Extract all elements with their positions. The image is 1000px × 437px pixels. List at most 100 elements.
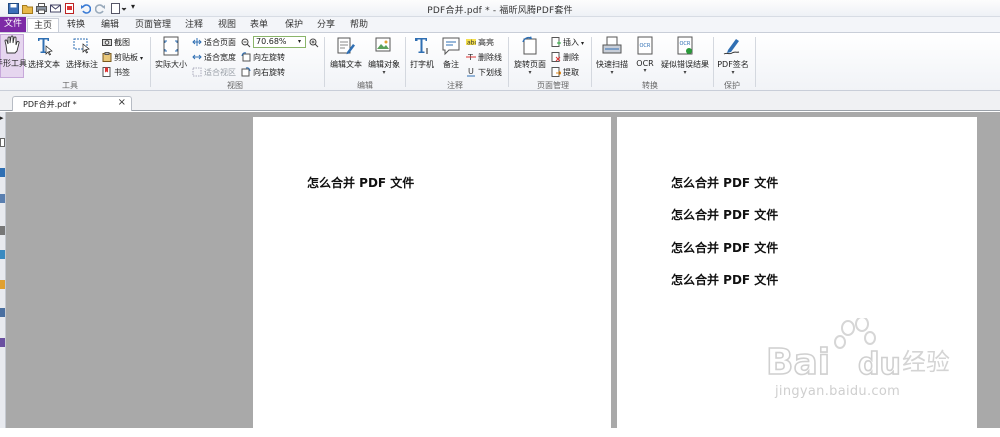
close-tab-icon[interactable]: ×: [118, 97, 126, 108]
document-tab-strip: PDF合并.pdf * ×: [0, 91, 1000, 111]
zoom-in-icon[interactable]: [309, 38, 319, 48]
insert-page-button[interactable]: 插入 ▾: [551, 36, 584, 49]
scanner-icon: [602, 36, 622, 54]
signatures-panel-icon[interactable]: [0, 280, 5, 289]
edit-text-icon: [337, 37, 355, 55]
attachments-panel-icon[interactable]: [0, 226, 5, 235]
fit-visible-label: 适合视区: [204, 68, 236, 77]
extract-page-button[interactable]: 提取: [551, 66, 579, 79]
watermark-url: jingyan.baidu.com: [775, 384, 901, 399]
page-text-line: 怎么合并 PDF 文件: [671, 208, 779, 222]
rotate-left-icon: [241, 52, 251, 62]
tab-home[interactable]: 主页: [27, 18, 59, 33]
select-text-button[interactable]: 选择文本: [27, 36, 61, 76]
clipboard-label: 剪贴板: [114, 53, 138, 62]
svg-text:abc: abc: [467, 40, 476, 47]
actual-size-button[interactable]: 实际大小: [153, 36, 189, 76]
tab-page-manage[interactable]: 页面管理: [131, 18, 175, 32]
typewriter-icon: [415, 38, 428, 54]
tab-help[interactable]: 帮助: [347, 18, 371, 32]
page-text-line: 怎么合并 PDF 文件: [671, 241, 779, 255]
rotate-left-button[interactable]: 向左旋转: [241, 51, 285, 64]
highlight-button[interactable]: abc高亮: [466, 36, 494, 49]
tab-share[interactable]: 分享: [314, 18, 338, 32]
select-annotation-icon: [73, 38, 90, 54]
underline-icon: U: [467, 67, 475, 77]
page-text-line: 怎么合并 PDF 文件: [671, 273, 779, 287]
delete-page-label: 删除: [563, 53, 579, 62]
zoom-dropdown-icon[interactable]: ▾: [298, 38, 301, 45]
page-text-line: 怎么合并 PDF 文件: [307, 176, 415, 190]
screenshot-button[interactable]: 截图: [102, 36, 130, 49]
extract-page-icon: [551, 67, 561, 77]
note-button[interactable]: 备注: [438, 36, 464, 76]
tab-edit[interactable]: 编辑: [98, 18, 122, 32]
rotate-page-button[interactable]: 旋转页面 ▾: [511, 36, 549, 76]
security-panel-icon[interactable]: [0, 308, 5, 317]
group-separator: [591, 37, 592, 87]
pdf-page-1: 怎么合并 PDF 文件: [253, 117, 611, 437]
clipboard-button[interactable]: 剪贴板 ▾: [102, 51, 143, 64]
quick-scan-dropdown-icon: ▾: [610, 69, 614, 76]
fit-page-label: 适合页面: [204, 38, 236, 47]
edit-text-label: 编辑文本: [330, 60, 362, 69]
tab-view[interactable]: 视图: [215, 18, 239, 32]
tab-file[interactable]: 文件: [0, 17, 26, 32]
group-separator: [324, 37, 325, 87]
group-label-comment: 注释: [447, 81, 463, 90]
tab-convert[interactable]: 转换: [64, 18, 88, 32]
comments-panel-icon[interactable]: [0, 250, 5, 259]
pages-panel-icon[interactable]: [0, 138, 5, 147]
svg-text:经验: 经验: [902, 348, 950, 376]
group-separator: [150, 37, 151, 87]
typewriter-label: 打字机: [410, 60, 434, 69]
strikeout-button[interactable]: T删除线: [466, 51, 502, 64]
expand-panel-icon[interactable]: ▸: [0, 114, 4, 122]
ocr-suspects-button[interactable]: OCR 疑似错误结果 ▾: [660, 36, 710, 76]
delete-page-button[interactable]: 删除: [551, 51, 579, 64]
fit-width-button[interactable]: 适合宽度: [192, 51, 236, 64]
hand-tool-button[interactable]: 手形工具: [0, 34, 27, 78]
edit-text-button[interactable]: 编辑文本: [328, 36, 364, 76]
document-tab[interactable]: PDF合并.pdf * ×: [12, 96, 132, 111]
zoom-out-icon[interactable]: [241, 38, 251, 48]
edit-object-icon: [375, 37, 391, 52]
pen-sign-icon: [723, 39, 740, 55]
svg-text:OCR: OCR: [640, 43, 651, 49]
extract-page-label: 提取: [563, 68, 579, 77]
quick-scan-button[interactable]: 快速扫描 ▾: [594, 36, 630, 76]
tab-comment[interactable]: 注释: [182, 18, 206, 32]
rotate-page-icon: [522, 36, 537, 55]
ribbon-tab-row: 文件 主页 转换 编辑 页面管理 注释 视图 表单 保护 分享 帮助: [0, 17, 1000, 33]
ocr-suspects-icon: OCR: [677, 36, 693, 55]
select-text-label: 选择文本: [28, 60, 60, 69]
bookmark-label: 书签: [114, 68, 130, 77]
search-panel-icon[interactable]: [0, 338, 5, 347]
underline-button[interactable]: U 下划线: [466, 66, 502, 79]
strikeout-label: 删除线: [478, 53, 502, 62]
rotate-right-icon: [241, 67, 251, 77]
group-separator: [755, 37, 756, 87]
pdf-sign-button[interactable]: PDF签名 ▾: [716, 36, 750, 76]
fit-width-icon: [192, 54, 202, 60]
tab-protect[interactable]: 保护: [282, 18, 306, 32]
bookmarks-panel-icon[interactable]: [0, 168, 5, 177]
ocr-button[interactable]: OCR OCR ▾: [632, 36, 658, 76]
edit-object-button[interactable]: 编辑对象 ▾: [366, 36, 402, 76]
camera-icon: [102, 39, 112, 46]
svg-text:OCR: OCR: [680, 41, 691, 47]
highlight-icon: abc: [466, 39, 476, 47]
select-annotation-button[interactable]: 选择标注: [64, 36, 100, 76]
tab-form[interactable]: 表单: [247, 18, 271, 32]
fit-page-button[interactable]: 适合页面: [192, 36, 236, 49]
screenshot-label: 截图: [114, 38, 130, 47]
bookmark-button[interactable]: 书签: [102, 66, 130, 79]
rotate-right-button[interactable]: 向右旋转: [241, 66, 285, 79]
typewriter-button[interactable]: 打字机: [408, 36, 436, 76]
hand-icon: [4, 35, 20, 54]
fit-visible-button[interactable]: 适合视区: [192, 66, 236, 79]
group-label-view: 视图: [227, 81, 243, 90]
layers-panel-icon[interactable]: [0, 194, 5, 203]
actual-size-label: 实际大小: [155, 60, 187, 69]
insert-page-label: 插入: [563, 38, 579, 47]
